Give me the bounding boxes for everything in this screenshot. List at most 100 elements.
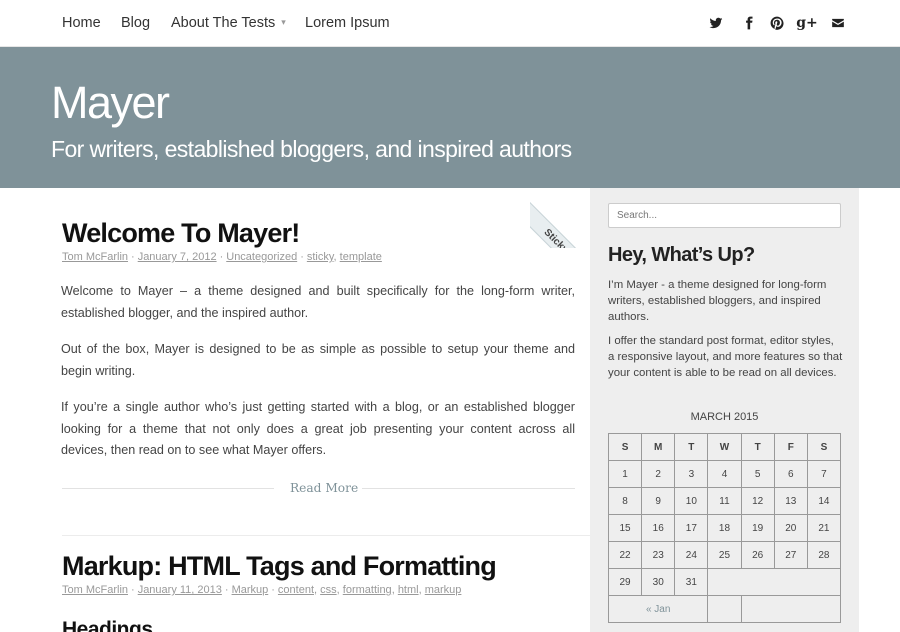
sidebar: Hey, What’s Up? I’m Mayer - a theme desi… bbox=[590, 188, 859, 632]
calendar-table: S M T W T F S 1 2 3 4 5 6 7 8 9 10 11 12… bbox=[607, 433, 842, 623]
sticky-label: Sticky bbox=[530, 202, 590, 248]
read-more-rule-left bbox=[62, 488, 274, 489]
calendar-day: 28 bbox=[806, 541, 842, 569]
post-category-link[interactable]: Markup bbox=[232, 584, 269, 596]
read-more-link[interactable]: Read More bbox=[290, 481, 358, 495]
calendar-weekday: S bbox=[806, 433, 842, 461]
calendar-weekday: M bbox=[641, 433, 676, 461]
calendar-day: 30 bbox=[641, 568, 676, 596]
calendar-weekday-row: S M T W T F S bbox=[607, 433, 842, 461]
post-title[interactable]: Markup: HTML Tags and Formatting bbox=[62, 551, 497, 582]
calendar-day: 18 bbox=[707, 514, 742, 542]
post-title[interactable]: Welcome To Mayer! bbox=[62, 218, 300, 249]
twitter-icon[interactable] bbox=[707, 14, 725, 32]
calendar-day: 9 bbox=[641, 487, 676, 515]
post-date-link[interactable]: January 7, 2012 bbox=[138, 251, 217, 263]
post-tag-link[interactable]: css bbox=[320, 584, 337, 596]
post-tag-link[interactable]: template bbox=[340, 251, 382, 263]
post-paragraph: Out of the box, Mayer is designed to be … bbox=[61, 342, 575, 378]
calendar-week-row: 15 16 17 18 19 20 21 bbox=[607, 514, 842, 542]
calendar-weekday: F bbox=[773, 433, 808, 461]
calendar-day: 4 bbox=[707, 460, 742, 488]
calendar-day: 31 bbox=[674, 568, 709, 596]
post-tag-link[interactable]: html bbox=[398, 584, 419, 596]
calendar-day: 20 bbox=[773, 514, 808, 542]
nav-item-blog[interactable]: Blog bbox=[121, 15, 150, 31]
calendar-nav-row: « Jan bbox=[607, 595, 842, 623]
post-tag-link[interactable]: markup bbox=[425, 584, 462, 596]
post-author-link[interactable]: Tom McFarlin bbox=[62, 584, 128, 596]
calendar-day: 26 bbox=[740, 541, 775, 569]
calendar-day: 6 bbox=[773, 460, 808, 488]
post-paragraph: Welcome to Mayer – a theme designed and … bbox=[61, 284, 575, 320]
nav-item-lorem-ipsum[interactable]: Lorem Ipsum bbox=[305, 15, 390, 31]
post-meta: Tom McFarlin · January 11, 2013 · Markup · con… bbox=[62, 584, 462, 596]
calendar-day: 2 bbox=[641, 460, 676, 488]
calendar-day: 29 bbox=[607, 568, 643, 596]
calendar-week-row: 22 23 24 25 26 27 28 bbox=[607, 541, 842, 569]
post-date-link[interactable]: January 11, 2013 bbox=[138, 584, 222, 596]
search-input[interactable] bbox=[608, 203, 841, 228]
calendar-next-cell bbox=[740, 595, 842, 623]
calendar-prev-link[interactable]: « Jan bbox=[646, 604, 670, 615]
calendar-weekday: T bbox=[740, 433, 775, 461]
calendar-weekday: W bbox=[707, 433, 742, 461]
calendar-week-row: 8 9 10 11 12 13 14 bbox=[607, 487, 842, 515]
top-navigation: Home Blog About The Tests ▾ Lorem Ipsum g… bbox=[0, 0, 900, 47]
widget-paragraph: I’m Mayer - a theme designed for long-fo… bbox=[608, 279, 827, 323]
calendar-day: 24 bbox=[674, 541, 709, 569]
sticky-ribbon: Sticky bbox=[530, 188, 590, 248]
calendar-day: 1 bbox=[607, 460, 643, 488]
calendar-day: 10 bbox=[674, 487, 709, 515]
calendar-pad-cell bbox=[707, 595, 742, 623]
post-meta: Tom McFarlin · January 7, 2012 · Uncategoriz… bbox=[62, 251, 382, 263]
envelope-icon[interactable] bbox=[829, 14, 847, 32]
calendar-day: 27 bbox=[773, 541, 808, 569]
calendar-day: 16 bbox=[641, 514, 676, 542]
widget-paragraph: I offer the standard post format, editor… bbox=[608, 335, 843, 379]
calendar-day: 22 bbox=[607, 541, 643, 569]
facebook-icon[interactable] bbox=[740, 14, 758, 32]
chevron-down-icon: ▾ bbox=[281, 17, 286, 27]
site-header-banner: Mayer For writers, established bloggers,… bbox=[0, 47, 900, 188]
calendar-week-row: 29 30 31 bbox=[607, 568, 841, 596]
calendar-prev-cell: « Jan bbox=[607, 595, 709, 623]
main-content: Welcome To Mayer! Tom McFarlin · January 7… bbox=[0, 188, 590, 632]
post-tag-link[interactable]: content bbox=[278, 584, 314, 596]
post-tag-link[interactable]: formatting bbox=[343, 584, 392, 596]
site-title[interactable]: Mayer bbox=[51, 77, 170, 129]
post-tag-link[interactable]: sticky bbox=[307, 251, 334, 263]
calendar-day: 11 bbox=[707, 487, 742, 515]
pinterest-icon[interactable] bbox=[768, 14, 786, 32]
post-paragraph: If you’re a single author who’s just get… bbox=[61, 400, 575, 457]
post-author-link[interactable]: Tom McFarlin bbox=[62, 251, 128, 263]
nav-item-about-the-tests[interactable]: About The Tests ▾ bbox=[171, 15, 286, 31]
nav-item-label: About The Tests bbox=[171, 15, 276, 31]
calendar-empty-cell bbox=[707, 568, 841, 596]
calendar-caption: MARCH 2015 bbox=[690, 411, 759, 423]
calendar-day: 21 bbox=[806, 514, 842, 542]
calendar-day: 19 bbox=[740, 514, 775, 542]
calendar-day: 3 bbox=[674, 460, 709, 488]
content-heading: Headings bbox=[62, 618, 153, 632]
site-description: For writers, established bloggers, and i… bbox=[51, 136, 572, 162]
calendar-day: 23 bbox=[641, 541, 676, 569]
calendar-day: 12 bbox=[740, 487, 775, 515]
read-more-rule-right bbox=[362, 488, 575, 489]
calendar-day: 13 bbox=[773, 487, 808, 515]
calendar-weekday: S bbox=[607, 433, 643, 461]
calendar-weekday: T bbox=[674, 433, 709, 461]
google-plus-icon[interactable]: g+ bbox=[796, 14, 818, 32]
nav-item-home[interactable]: Home bbox=[62, 15, 101, 31]
calendar-day: 7 bbox=[806, 460, 842, 488]
calendar-day: 15 bbox=[607, 514, 643, 542]
calendar-day: 17 bbox=[674, 514, 709, 542]
post-category-link[interactable]: Uncategorized bbox=[226, 251, 297, 263]
calendar-day: 8 bbox=[607, 487, 643, 515]
widget-title: Hey, What’s Up? bbox=[608, 244, 755, 266]
post-divider bbox=[62, 535, 590, 536]
calendar-day: 5 bbox=[740, 460, 775, 488]
calendar-day: 25 bbox=[707, 541, 742, 569]
google-plus-glyph: g+ bbox=[796, 15, 818, 31]
calendar-day: 14 bbox=[806, 487, 842, 515]
